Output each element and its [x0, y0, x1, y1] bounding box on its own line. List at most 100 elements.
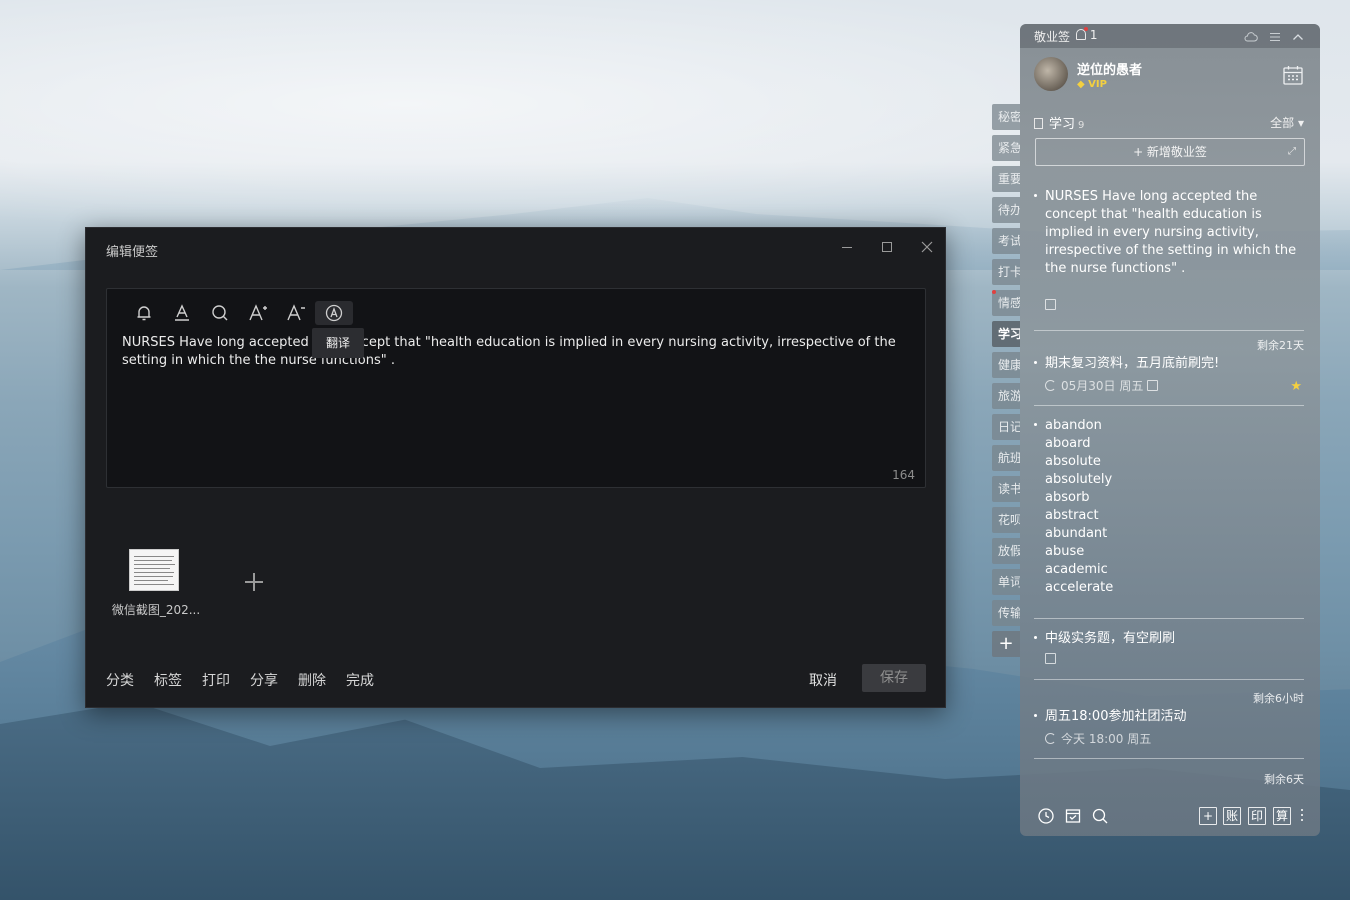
add-category-button[interactable]: + — [992, 631, 1020, 657]
tab-todo[interactable]: 待办 — [992, 197, 1020, 223]
bell-icon — [137, 306, 151, 321]
word: absolutely — [1045, 472, 1113, 487]
search-icon — [1092, 808, 1108, 824]
remaining-time: 剩余6天 — [1264, 773, 1304, 786]
notification-count: 1 — [1089, 28, 1098, 42]
tag-button[interactable]: 标签 — [154, 670, 182, 690]
collapse-button[interactable] — [1291, 29, 1305, 43]
translate-button[interactable] — [315, 301, 353, 325]
edit-note-dialog: 编辑便签 NURSES Have long accepted the conce… — [85, 227, 946, 708]
notification-indicator[interactable]: 1 — [1076, 27, 1098, 42]
close-icon — [921, 241, 933, 253]
note-text: 中级实务题，有空刷刷 — [1045, 631, 1176, 646]
current-category: 学习 9 — [1034, 113, 1084, 132]
repeat-icon — [1045, 733, 1056, 744]
category-button[interactable]: 分类 — [106, 670, 134, 690]
divider — [1034, 679, 1304, 680]
chevron-up-icon — [1293, 34, 1303, 40]
font-decrease-button[interactable] — [277, 301, 315, 325]
note-editor[interactable]: NURSES Have long accepted the concept th… — [106, 288, 926, 488]
tab-diary[interactable]: 日记 — [992, 414, 1020, 440]
reminder-button[interactable] — [125, 301, 163, 325]
note-item[interactable]: 中级实务题，有空刷刷 — [1034, 630, 1306, 668]
divider — [1034, 405, 1304, 406]
new-note-button[interactable]: + 新增敬业签 ⤢ — [1035, 138, 1305, 166]
minimize-button[interactable] — [838, 238, 856, 256]
tab-important[interactable]: 重要 — [992, 166, 1020, 192]
print-button[interactable]: 印 — [1248, 807, 1266, 825]
search-icon — [212, 305, 228, 321]
editor-actions: 分类 标签 打印 分享 删除 完成 — [106, 670, 394, 690]
bullet — [1034, 194, 1037, 197]
complete-button[interactable]: 完成 — [346, 670, 374, 690]
tab-health[interactable]: 健康 — [992, 352, 1020, 378]
vip-badge: ◆ VIP — [1077, 79, 1107, 90]
note-item[interactable]: abandon aboard absolute absolutely absor… — [1034, 417, 1306, 597]
menu-button[interactable] — [1268, 29, 1282, 43]
tab-flight[interactable]: 航班 — [992, 445, 1020, 471]
tab-emotion[interactable]: 情感 — [992, 290, 1020, 316]
search-button[interactable] — [201, 301, 239, 325]
filter-label: 全部 — [1270, 116, 1295, 130]
sticky-notes-panel: 敬业签 1 逆位的愚者 ◆ VIP 学习 9 全部 ▾ + 新增敬业签 ⤢ NUR… — [1020, 24, 1320, 836]
tab-study[interactable]: 学习 — [992, 321, 1020, 347]
tab-words[interactable]: 单词 — [992, 569, 1020, 595]
more-icon[interactable] — [1301, 809, 1304, 823]
delete-button[interactable]: 删除 — [298, 670, 326, 690]
star-icon[interactable]: ★ — [1290, 379, 1302, 394]
divider — [1034, 758, 1304, 759]
font-increase-button[interactable] — [239, 301, 277, 325]
tab-travel[interactable]: 旅游 — [992, 383, 1020, 409]
calendar-button[interactable] — [1282, 64, 1304, 86]
share-button[interactable]: 分享 — [250, 670, 278, 690]
maximize-button[interactable] — [878, 238, 896, 256]
editor-toolbar — [125, 301, 353, 325]
tab-reading[interactable]: 读书 — [992, 476, 1020, 502]
history-button[interactable] — [1037, 807, 1055, 825]
note-date: 05月30日 周五 — [1061, 379, 1144, 393]
divider — [1034, 330, 1304, 331]
filter-dropdown[interactable]: 全部 ▾ — [1270, 114, 1304, 131]
font-color-button[interactable] — [163, 301, 201, 325]
archive-button[interactable] — [1064, 807, 1082, 825]
tab-urgent[interactable]: 紧急 — [992, 135, 1020, 161]
new-note-label: + 新增敬业签 — [1133, 145, 1207, 159]
word: accelerate — [1045, 580, 1114, 595]
calendar-icon — [1283, 66, 1303, 85]
avatar[interactable] — [1034, 57, 1068, 91]
account-button[interactable]: 账 — [1223, 807, 1241, 825]
tab-exam[interactable]: 考试 — [992, 228, 1020, 254]
cloud-icon — [1244, 32, 1258, 42]
tab-checkin[interactable]: 打卡 — [992, 259, 1020, 285]
menu-icon — [1270, 32, 1280, 42]
bullet — [1034, 636, 1037, 639]
search-button[interactable] — [1091, 807, 1109, 825]
tab-holiday[interactable]: 放假 — [992, 538, 1020, 564]
add-attachment-button[interactable] — [243, 571, 265, 593]
close-button[interactable] — [918, 238, 936, 256]
print-button[interactable]: 打印 — [202, 670, 230, 690]
note-item[interactable]: 期末复习资料，五月底前刷完! 05月30日 周五 — [1034, 355, 1306, 393]
note-text-content[interactable]: NURSES Have long accepted the concept th… — [122, 334, 912, 370]
cancel-button[interactable]: 取消 — [809, 670, 837, 690]
word: abstract — [1045, 508, 1099, 523]
category-count: 9 — [1078, 120, 1085, 131]
save-button[interactable]: 保存 — [862, 664, 926, 692]
bullet — [1034, 714, 1037, 717]
word: abundant — [1045, 526, 1108, 541]
sync-button[interactable] — [1244, 29, 1258, 43]
attachment-icon — [1045, 299, 1056, 310]
archive-icon — [1065, 809, 1081, 823]
tab-secret[interactable]: 秘密 — [992, 104, 1020, 130]
word: absolute — [1045, 454, 1101, 469]
calculator-button[interactable]: 算 — [1273, 807, 1291, 825]
add-button[interactable]: + — [1199, 807, 1217, 825]
attachment-filename: 微信截图_202... — [111, 603, 201, 617]
note-item[interactable]: 周五18:00参加社团活动 今天 18:00 周五 — [1034, 708, 1306, 746]
note-item[interactable]: NURSES Have long accepted the concept th… — [1034, 188, 1306, 314]
bullet — [1034, 361, 1037, 364]
tab-huabei[interactable]: 花呗 — [992, 507, 1020, 533]
attachment-thumbnail[interactable] — [129, 549, 179, 591]
tab-transfer[interactable]: 传输 — [992, 600, 1020, 626]
category-name: 学习 — [1049, 117, 1076, 132]
